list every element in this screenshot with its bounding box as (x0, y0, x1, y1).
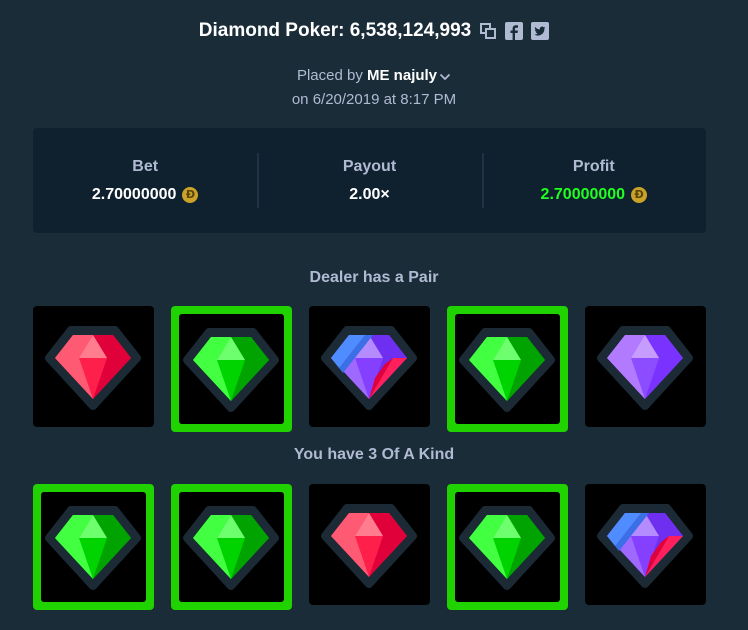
facebook-icon[interactable] (505, 22, 524, 40)
dealer-card-1 (33, 306, 154, 427)
player-hand-label: You have 3 Of A Kind (293, 446, 455, 463)
bet-value-row: 2.70000000 Ð (92, 186, 199, 204)
profit-label: Profit (572, 157, 615, 175)
dealer-hand-label: Dealer has a Pair (309, 269, 439, 286)
dogecoin-icon: Ð (182, 186, 199, 203)
dealer-card-3 (309, 306, 430, 427)
player-card-3 (309, 484, 430, 605)
dogecoin-icon: Ð (631, 186, 648, 203)
player-card-1 (33, 484, 154, 610)
username-link[interactable]: ME najuly (367, 67, 437, 84)
payout-stat: Payout 2.00× (257, 128, 481, 233)
placed-by: Placed by ME najuly (0, 67, 748, 85)
bet-date: on 6/20/2019 at 8:17 PM (291, 91, 457, 108)
blue-purple-gem-icon (321, 326, 417, 410)
player-card-2 (171, 484, 292, 610)
red-gem-icon (45, 326, 141, 410)
profit-value-row: 2.70000000 Ð (541, 186, 648, 204)
title-row: Diamond Poker: 6,538,124,993 (0, 20, 748, 42)
payout-label: Payout (342, 157, 397, 175)
green-gem-icon (459, 328, 555, 412)
dealer-card-2 (171, 306, 292, 432)
payout-value-row: 2.00× (349, 186, 389, 204)
blue-purple-gem-icon (597, 504, 693, 588)
bet-label: Bet (132, 157, 159, 175)
chevron-down-icon[interactable] (439, 68, 451, 85)
dealer-card-5 (585, 306, 706, 427)
purple-gem-icon (597, 326, 693, 410)
green-gem-icon (459, 506, 555, 590)
green-gem-icon (183, 328, 279, 412)
bet-stats-panel: Bet 2.70000000 Ð Payout 2.00× Profit 2.7… (33, 128, 706, 233)
green-gem-icon (183, 506, 279, 590)
profit-stat: Profit 2.70000000 Ð (481, 128, 706, 233)
red-gem-icon (321, 504, 417, 588)
twitter-icon[interactable] (531, 22, 550, 40)
bet-value: 2.70000000 (91, 185, 177, 203)
placed-by-label: Placed by (296, 67, 363, 84)
dealer-card-4 (447, 306, 568, 432)
player-card-4 (447, 484, 568, 610)
player-card-5 (585, 484, 706, 605)
profit-value: 2.70000000 (540, 185, 626, 203)
bet-stat: Bet 2.70000000 Ð (33, 128, 257, 233)
copy-icon[interactable] (479, 22, 497, 40)
page-title: Diamond Poker: 6,538,124,993 (198, 20, 472, 41)
payout-value: 2.00× (349, 185, 390, 203)
green-gem-icon (45, 506, 141, 590)
